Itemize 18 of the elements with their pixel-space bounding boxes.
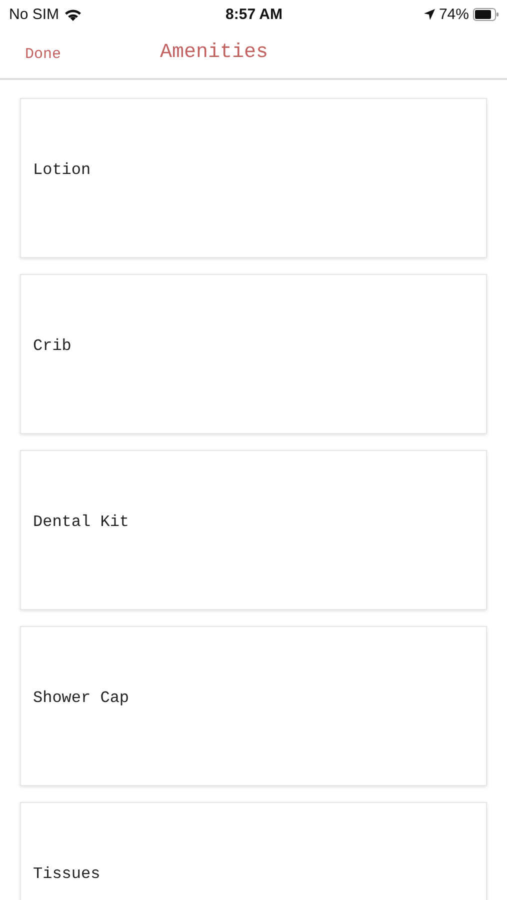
page-title: Amenities — [160, 40, 268, 66]
amenity-card[interactable]: Dental Kit — [20, 450, 487, 610]
carrier-label: No SIM — [9, 6, 60, 22]
amenity-card[interactable]: Lotion — [20, 98, 487, 258]
amenity-card[interactable]: Crib — [20, 274, 487, 434]
location-arrow-icon — [424, 8, 435, 20]
amenity-card[interactable]: Shower Cap — [20, 626, 487, 786]
amenity-label: Dental Kit — [33, 513, 130, 531]
done-button[interactable]: Done — [0, 44, 62, 62]
battery-icon — [473, 8, 499, 20]
amenity-label: Lotion — [33, 161, 91, 179]
amenity-card[interactable]: Tissues — [20, 802, 487, 900]
clock-time: 8:57 AM — [226, 6, 282, 22]
amenity-label: Tissues — [33, 865, 100, 883]
battery-percent: 74% — [438, 6, 469, 22]
amenity-label: Crib — [33, 337, 72, 355]
amenity-label: Shower Cap — [33, 689, 130, 707]
wifi-icon — [64, 8, 82, 20]
